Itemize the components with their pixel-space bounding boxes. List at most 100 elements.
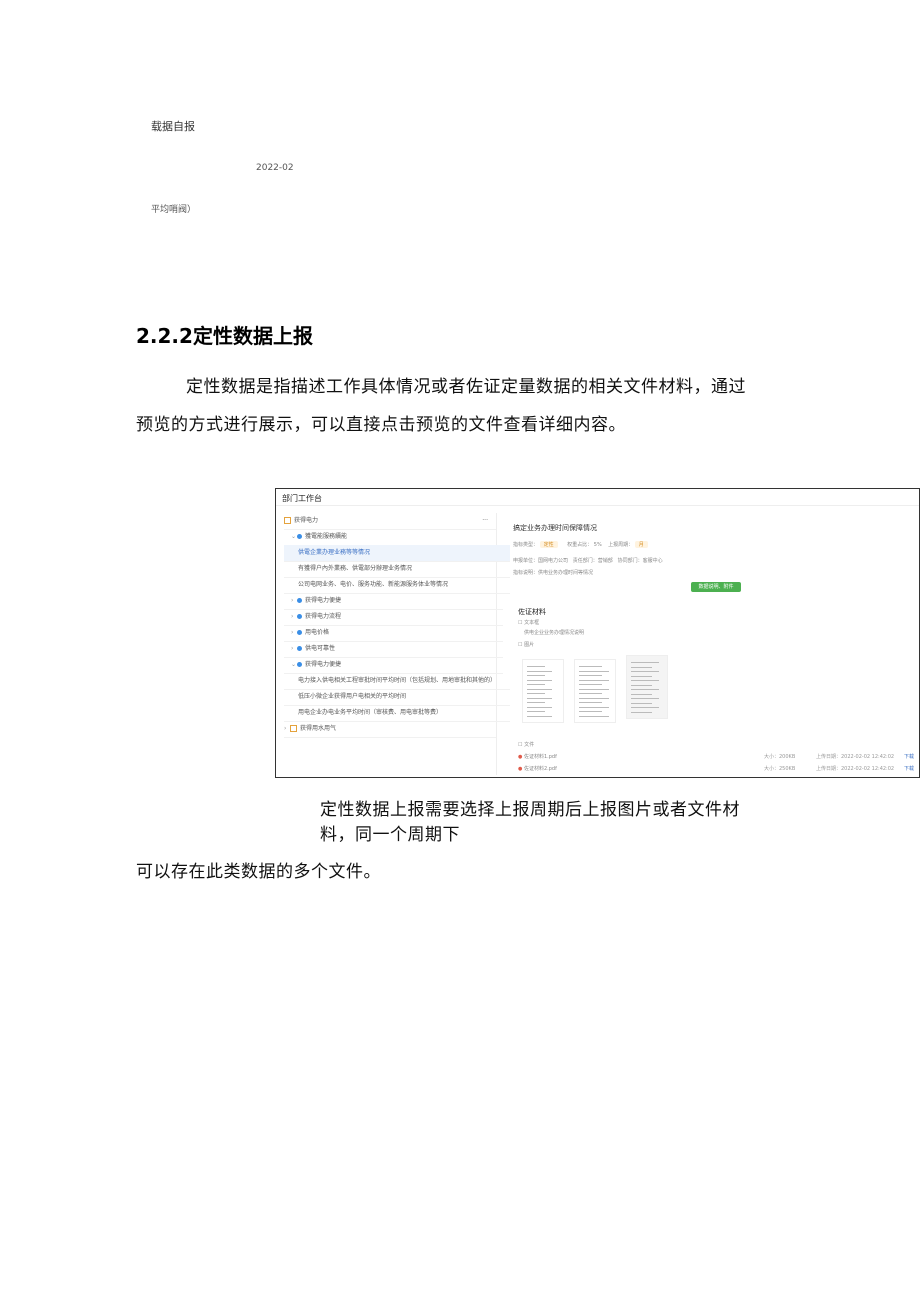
thumbnail-text-line xyxy=(527,670,552,672)
detail-title: 搞定业务办理时间保障情况 xyxy=(513,524,597,532)
image-thumbnail-3[interactable] xyxy=(626,655,668,719)
file-row-1[interactable]: ● 佐证材料1.pdf xyxy=(518,753,557,760)
tree-item[interactable]: 用电企业办电业务平均时间（审核费、用电审批等费） xyxy=(284,705,510,722)
type-chip: 定性 xyxy=(539,541,558,548)
image-thumbnail-1[interactable] xyxy=(522,659,564,723)
unit-text: 申报单位：国网电力公司 xyxy=(513,558,569,564)
tree-item-label: 电力接入供电相关工程审批时间平均时间（包括规划、用地审批和其他的） xyxy=(298,677,497,684)
thumbnail-text-line xyxy=(631,693,652,695)
label-average: 平均哨阀） xyxy=(151,205,197,215)
window-title: 部门工作台 xyxy=(282,494,322,503)
thumbnail-text-line xyxy=(579,715,609,717)
node-dot-icon xyxy=(297,598,302,603)
thumbnail-text-line xyxy=(631,680,659,681)
thumbnail-text-line xyxy=(631,702,652,704)
type-label: 指标类型： xyxy=(513,542,539,548)
tree-item[interactable]: 获得电力 ··· xyxy=(284,513,496,530)
tree-item[interactable]: 低压小微企业获得用户电相关的平均时间 xyxy=(284,689,510,706)
tree-item[interactable]: 供電企業办理业務等等情况 xyxy=(284,545,510,562)
thumbnail-text-line xyxy=(631,707,659,708)
thumbnail-text-line xyxy=(527,684,545,685)
thumbnail-text-line xyxy=(579,706,609,708)
thumbnail-text-line xyxy=(527,706,552,708)
window-titlebar xyxy=(276,489,919,506)
tree-item[interactable]: › 获得电力便捷 xyxy=(284,593,503,610)
tree-item-label: 供电可靠性 xyxy=(305,645,336,652)
thumbnail-text-line xyxy=(579,679,609,681)
file-row-2[interactable]: ● 佐证材料2.pdf xyxy=(518,765,557,772)
thumbnail-text-line xyxy=(631,671,659,672)
thumbnail-text-line xyxy=(631,698,659,699)
file-label: ☐ 文件 xyxy=(518,742,535,748)
node-dot-icon xyxy=(297,614,302,619)
paragraph-line-1: 定性数据是指描述工作具体情况或者佐证定量数据的相关文件材料，通过 xyxy=(186,377,746,397)
tree-item[interactable]: 公司电网业务、电价、服务功能、新能源服务体业等情况 xyxy=(284,577,510,594)
detail-meta-row1: 指标类型： 定性 权重占比： 5% 上报周期： 月 xyxy=(513,541,648,548)
category-square-icon xyxy=(284,517,291,524)
tree-item-label: 获得用水用气 xyxy=(300,725,337,732)
detail-meta-row3: 指标说明：供电业务办理时间等情况 xyxy=(513,570,594,576)
tail-text: 可以存在此类数据的多个文件。 xyxy=(136,862,381,882)
tree-item[interactable]: › 获得电力流程 xyxy=(284,609,503,626)
thumbnail-text-line xyxy=(579,675,602,676)
file-time-1: 上传日期：2022-02-02 12:42:02 xyxy=(816,754,895,760)
tree-item[interactable]: 电力接入供电相关工程审批时间平均时间（包括规划、用地审批和其他的） xyxy=(284,673,510,690)
tree-item[interactable]: › 用电价格 xyxy=(284,625,503,642)
tree-item[interactable]: 有獲得户內外業務、供電部分辦理业务情况 xyxy=(284,561,510,578)
data-description-button[interactable]: 数据说明、附件 xyxy=(691,582,741,592)
thumbnail-text-line xyxy=(579,697,609,699)
tree-item-label: 公司电网业务、电价、服务功能、新能源服务体业等情况 xyxy=(298,581,449,588)
text-box-label: ☐ 文本框 xyxy=(518,620,540,626)
thumbnail-text-line xyxy=(579,684,602,685)
tree-item-label: 获得电力流程 xyxy=(305,613,342,620)
tree-item-label: 获得电力 xyxy=(294,517,319,524)
thumbnail-text-line xyxy=(579,666,602,667)
image-label: ☐ 图片 xyxy=(518,642,535,648)
dept-text: 责任部门：营销部 xyxy=(572,558,613,564)
thumbnail-text-line xyxy=(527,711,545,712)
thumbnail-text-line xyxy=(579,711,602,712)
thumbnail-text-line xyxy=(631,684,652,686)
thumbnail-text-line xyxy=(527,666,545,667)
thumbnail-text-line xyxy=(631,662,659,663)
thumbnail-text-line xyxy=(631,711,652,713)
detail-meta-row2: 申报单位：国网电力公司 责任部门：营销部 协同部门：客服中心 xyxy=(513,557,663,564)
evidence-section-title: 佐证材料 xyxy=(518,608,546,616)
thumbnail-text-line xyxy=(527,688,552,690)
tree-item-label: 低压小微企业获得用户电相关的平均时间 xyxy=(298,693,407,700)
thumbnail-text-line xyxy=(631,675,652,677)
tree-item[interactable]: ⌄ 获得电力便捷 xyxy=(284,657,503,674)
tree-item-label: 獲電能服務續能 xyxy=(305,533,348,540)
download-link-1[interactable]: 下载 xyxy=(904,753,914,760)
caption-line-1: 定性数据上报需要选择上报周期后上报图片或者文件材 xyxy=(320,800,740,820)
thumbnail-text-line xyxy=(579,670,609,672)
file-size-2: 大小：250KB xyxy=(764,766,796,772)
thumbnail-text-line xyxy=(579,702,602,703)
category-square-icon xyxy=(290,725,297,732)
thumbnail-text-line xyxy=(527,702,545,703)
tree-item-label: 供電企業办理业務等等情况 xyxy=(298,549,371,556)
date-label: 2022-02 xyxy=(256,163,294,173)
weight-label: 权重占比： xyxy=(567,542,593,548)
thumbnail-text-line xyxy=(631,689,659,690)
thumbnail-text-line xyxy=(579,688,609,690)
tree-item[interactable]: › 供电可靠性 xyxy=(284,641,503,658)
co-dept-text: 协同部门：客服中心 xyxy=(617,558,663,564)
thumbnail-text-line xyxy=(527,715,552,717)
tree-item-label: 用电企业办电业务平均时间（审核费、用电审批等费） xyxy=(298,709,443,716)
tree-item[interactable]: ⌄ 獲電能服務續能 xyxy=(284,529,503,546)
label-zaijuzibao: 载据自报 xyxy=(151,120,195,133)
node-dot-icon xyxy=(297,534,302,539)
period-chip[interactable]: 月 xyxy=(634,541,648,548)
download-link-2[interactable]: 下载 xyxy=(904,765,914,772)
image-thumbnail-2[interactable] xyxy=(574,659,616,723)
node-dot-icon xyxy=(297,662,302,667)
file-time-2: 上传日期：2022-02-02 12:42:02 xyxy=(816,766,895,772)
tree-item[interactable]: › 获得用水用气 xyxy=(284,721,496,738)
node-dot-icon xyxy=(297,646,302,651)
paragraph-line-2: 预览的方式进行展示，可以直接点击预览的文件查看详细内容。 xyxy=(136,415,626,435)
more-icon[interactable]: ··· xyxy=(482,513,488,529)
text-box-desc: 供电企业业务办理情况说明 xyxy=(524,630,585,636)
caption-line-2: 料，同一个周期下 xyxy=(320,825,460,845)
weight-value: 5% xyxy=(593,542,602,548)
